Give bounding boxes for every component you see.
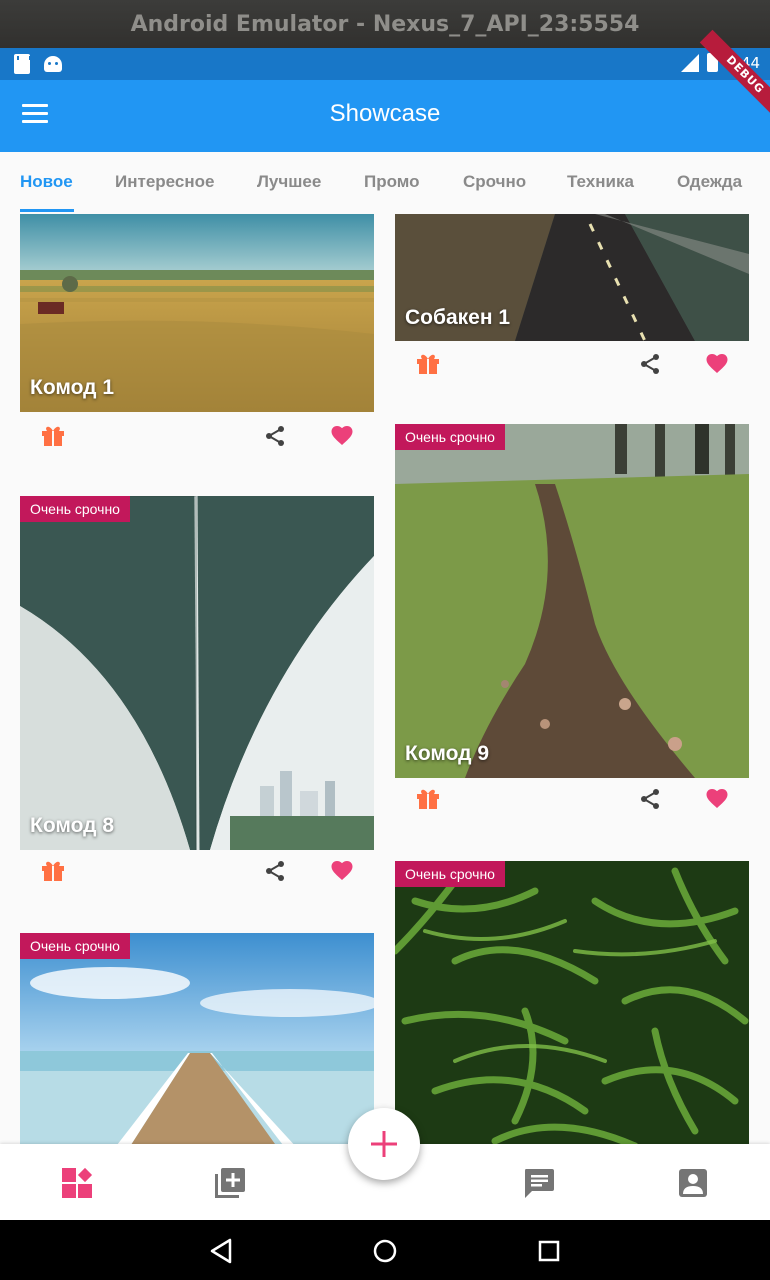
gift-icon[interactable]	[416, 787, 440, 809]
product-image-forest-path[interactable]	[395, 424, 749, 778]
sd-card-icon	[14, 54, 31, 74]
share-icon[interactable]	[264, 860, 286, 882]
urgent-badge: Очень срочно	[395, 424, 505, 450]
status-bar: 8:44	[0, 48, 770, 80]
add-item-fab[interactable]	[348, 1108, 420, 1180]
account-box-icon[interactable]	[676, 1166, 710, 1200]
system-navigation-bar	[0, 1220, 770, 1280]
gift-icon[interactable]	[416, 352, 440, 374]
plus-icon	[371, 1131, 397, 1157]
recents-icon[interactable]	[536, 1238, 562, 1264]
tab-clothing[interactable]: Одежда	[677, 172, 742, 192]
heart-icon[interactable]	[330, 859, 354, 881]
share-icon[interactable]	[639, 353, 661, 375]
share-icon[interactable]	[639, 788, 661, 810]
product-image-pier[interactable]	[20, 933, 374, 1144]
product-card[interactable]: Очень срочно Комод 8	[20, 496, 374, 896]
product-card[interactable]: Очень срочно	[20, 933, 374, 1144]
card-title: Комод 1	[30, 376, 115, 399]
android-debug-icon	[44, 56, 62, 72]
tab-best[interactable]: Лучшее	[257, 172, 321, 192]
urgent-badge: Очень срочно	[395, 861, 505, 887]
gift-icon[interactable]	[41, 859, 65, 881]
card-title: Собакен 1	[405, 306, 511, 329]
showcase-grid: Комод 1 Собакен 1 Очень срочно Комод 8 О…	[0, 212, 770, 1144]
product-card[interactable]: Очень срочно	[395, 861, 749, 1144]
product-image-bridge[interactable]	[20, 496, 374, 850]
heart-icon[interactable]	[705, 787, 729, 809]
signal-icon	[681, 53, 700, 72]
urgent-badge: Очень срочно	[20, 496, 130, 522]
heart-icon[interactable]	[705, 352, 729, 374]
app-bar: Showcase	[0, 80, 770, 152]
card-actions	[20, 851, 374, 891]
card-title: Комод 9	[405, 742, 490, 765]
urgent-badge: Очень срочно	[20, 933, 130, 959]
card-actions	[395, 344, 749, 384]
gift-icon[interactable]	[41, 424, 65, 446]
product-card[interactable]: Очень срочно Комод 9	[395, 424, 749, 824]
category-tabs: Новое Интересное Лучшее Промо Срочно Тех…	[0, 152, 770, 212]
tab-promo[interactable]: Промо	[364, 172, 420, 192]
heart-icon[interactable]	[330, 424, 354, 446]
product-card[interactable]: Комод 1	[20, 214, 374, 464]
emulator-window-title: Android Emulator - Nexus_7_API_23:5554	[0, 0, 770, 48]
back-icon[interactable]	[208, 1238, 234, 1264]
tab-urgent[interactable]: Срочно	[463, 172, 526, 192]
tab-interesting[interactable]: Интересное	[115, 172, 214, 192]
app-title: Showcase	[329, 100, 441, 127]
card-actions	[20, 416, 374, 456]
add-to-library-icon[interactable]	[213, 1166, 247, 1200]
tab-new[interactable]: Новое	[20, 172, 73, 192]
card-title: Комод 8	[30, 814, 115, 837]
product-image-green-beans[interactable]	[395, 861, 749, 1144]
tab-electronics[interactable]: Техника	[567, 172, 634, 192]
dashboard-icon[interactable]	[60, 1166, 94, 1200]
home-icon[interactable]	[372, 1238, 398, 1264]
card-actions	[395, 779, 749, 819]
chat-icon[interactable]	[522, 1166, 556, 1200]
product-card[interactable]: Собакен 1	[395, 214, 749, 394]
share-icon[interactable]	[264, 425, 286, 447]
